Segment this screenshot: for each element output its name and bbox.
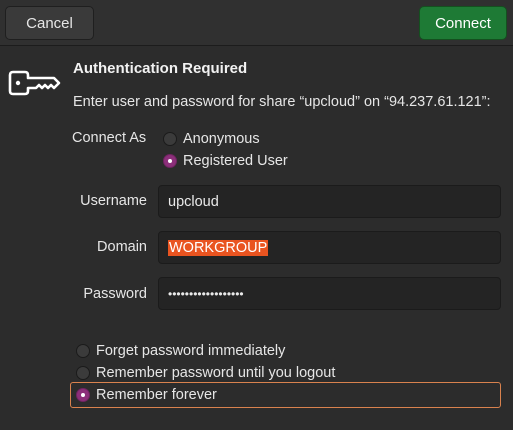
connect-button[interactable]: Connect — [419, 6, 507, 40]
domain-field[interactable]: WORKGROUP — [158, 231, 501, 264]
radio-indicator[interactable] — [163, 154, 177, 168]
radio-remember-forever[interactable]: Remember forever — [76, 387, 217, 403]
radio-indicator[interactable] — [163, 132, 177, 146]
cancel-button[interactable]: Cancel — [5, 6, 94, 40]
radio-remember-until-logout-label: Remember password until you logout — [96, 365, 336, 381]
domain-label: Domain — [97, 239, 147, 255]
username-label: Username — [80, 193, 147, 209]
password-value: •••••••••••••••••• — [168, 286, 244, 301]
password-field[interactable]: •••••••••••••••••• — [158, 277, 501, 310]
radio-indicator[interactable] — [76, 388, 90, 402]
dialog-message: Enter user and password for share “upclo… — [73, 94, 491, 110]
password-label: Password — [83, 286, 147, 302]
dialog-title: Authentication Required — [73, 60, 248, 77]
radio-indicator[interactable] — [76, 344, 90, 358]
radio-forget-immediately[interactable]: Forget password immediately — [76, 343, 285, 359]
connect-as-label: Connect As — [72, 130, 147, 146]
username-value: upcloud — [168, 193, 219, 210]
auth-dialog: Cancel Connect Authentication Required E… — [0, 0, 513, 430]
radio-forget-immediately-label: Forget password immediately — [96, 343, 286, 359]
radio-remember-until-logout[interactable]: Remember password until you logout — [76, 365, 335, 381]
radio-remember-forever-label: Remember forever — [96, 387, 217, 403]
radio-registered-user-label: Registered User — [183, 153, 288, 169]
radio-anonymous-label: Anonymous — [183, 131, 260, 147]
domain-value: WORKGROUP — [168, 239, 269, 256]
radio-anonymous[interactable]: Anonymous — [163, 131, 260, 147]
key-icon — [8, 70, 61, 96]
username-field[interactable]: upcloud — [158, 185, 501, 218]
dialog-headerbar: Cancel Connect — [0, 0, 513, 46]
radio-indicator[interactable] — [76, 366, 90, 380]
radio-registered-user[interactable]: Registered User — [163, 153, 288, 169]
